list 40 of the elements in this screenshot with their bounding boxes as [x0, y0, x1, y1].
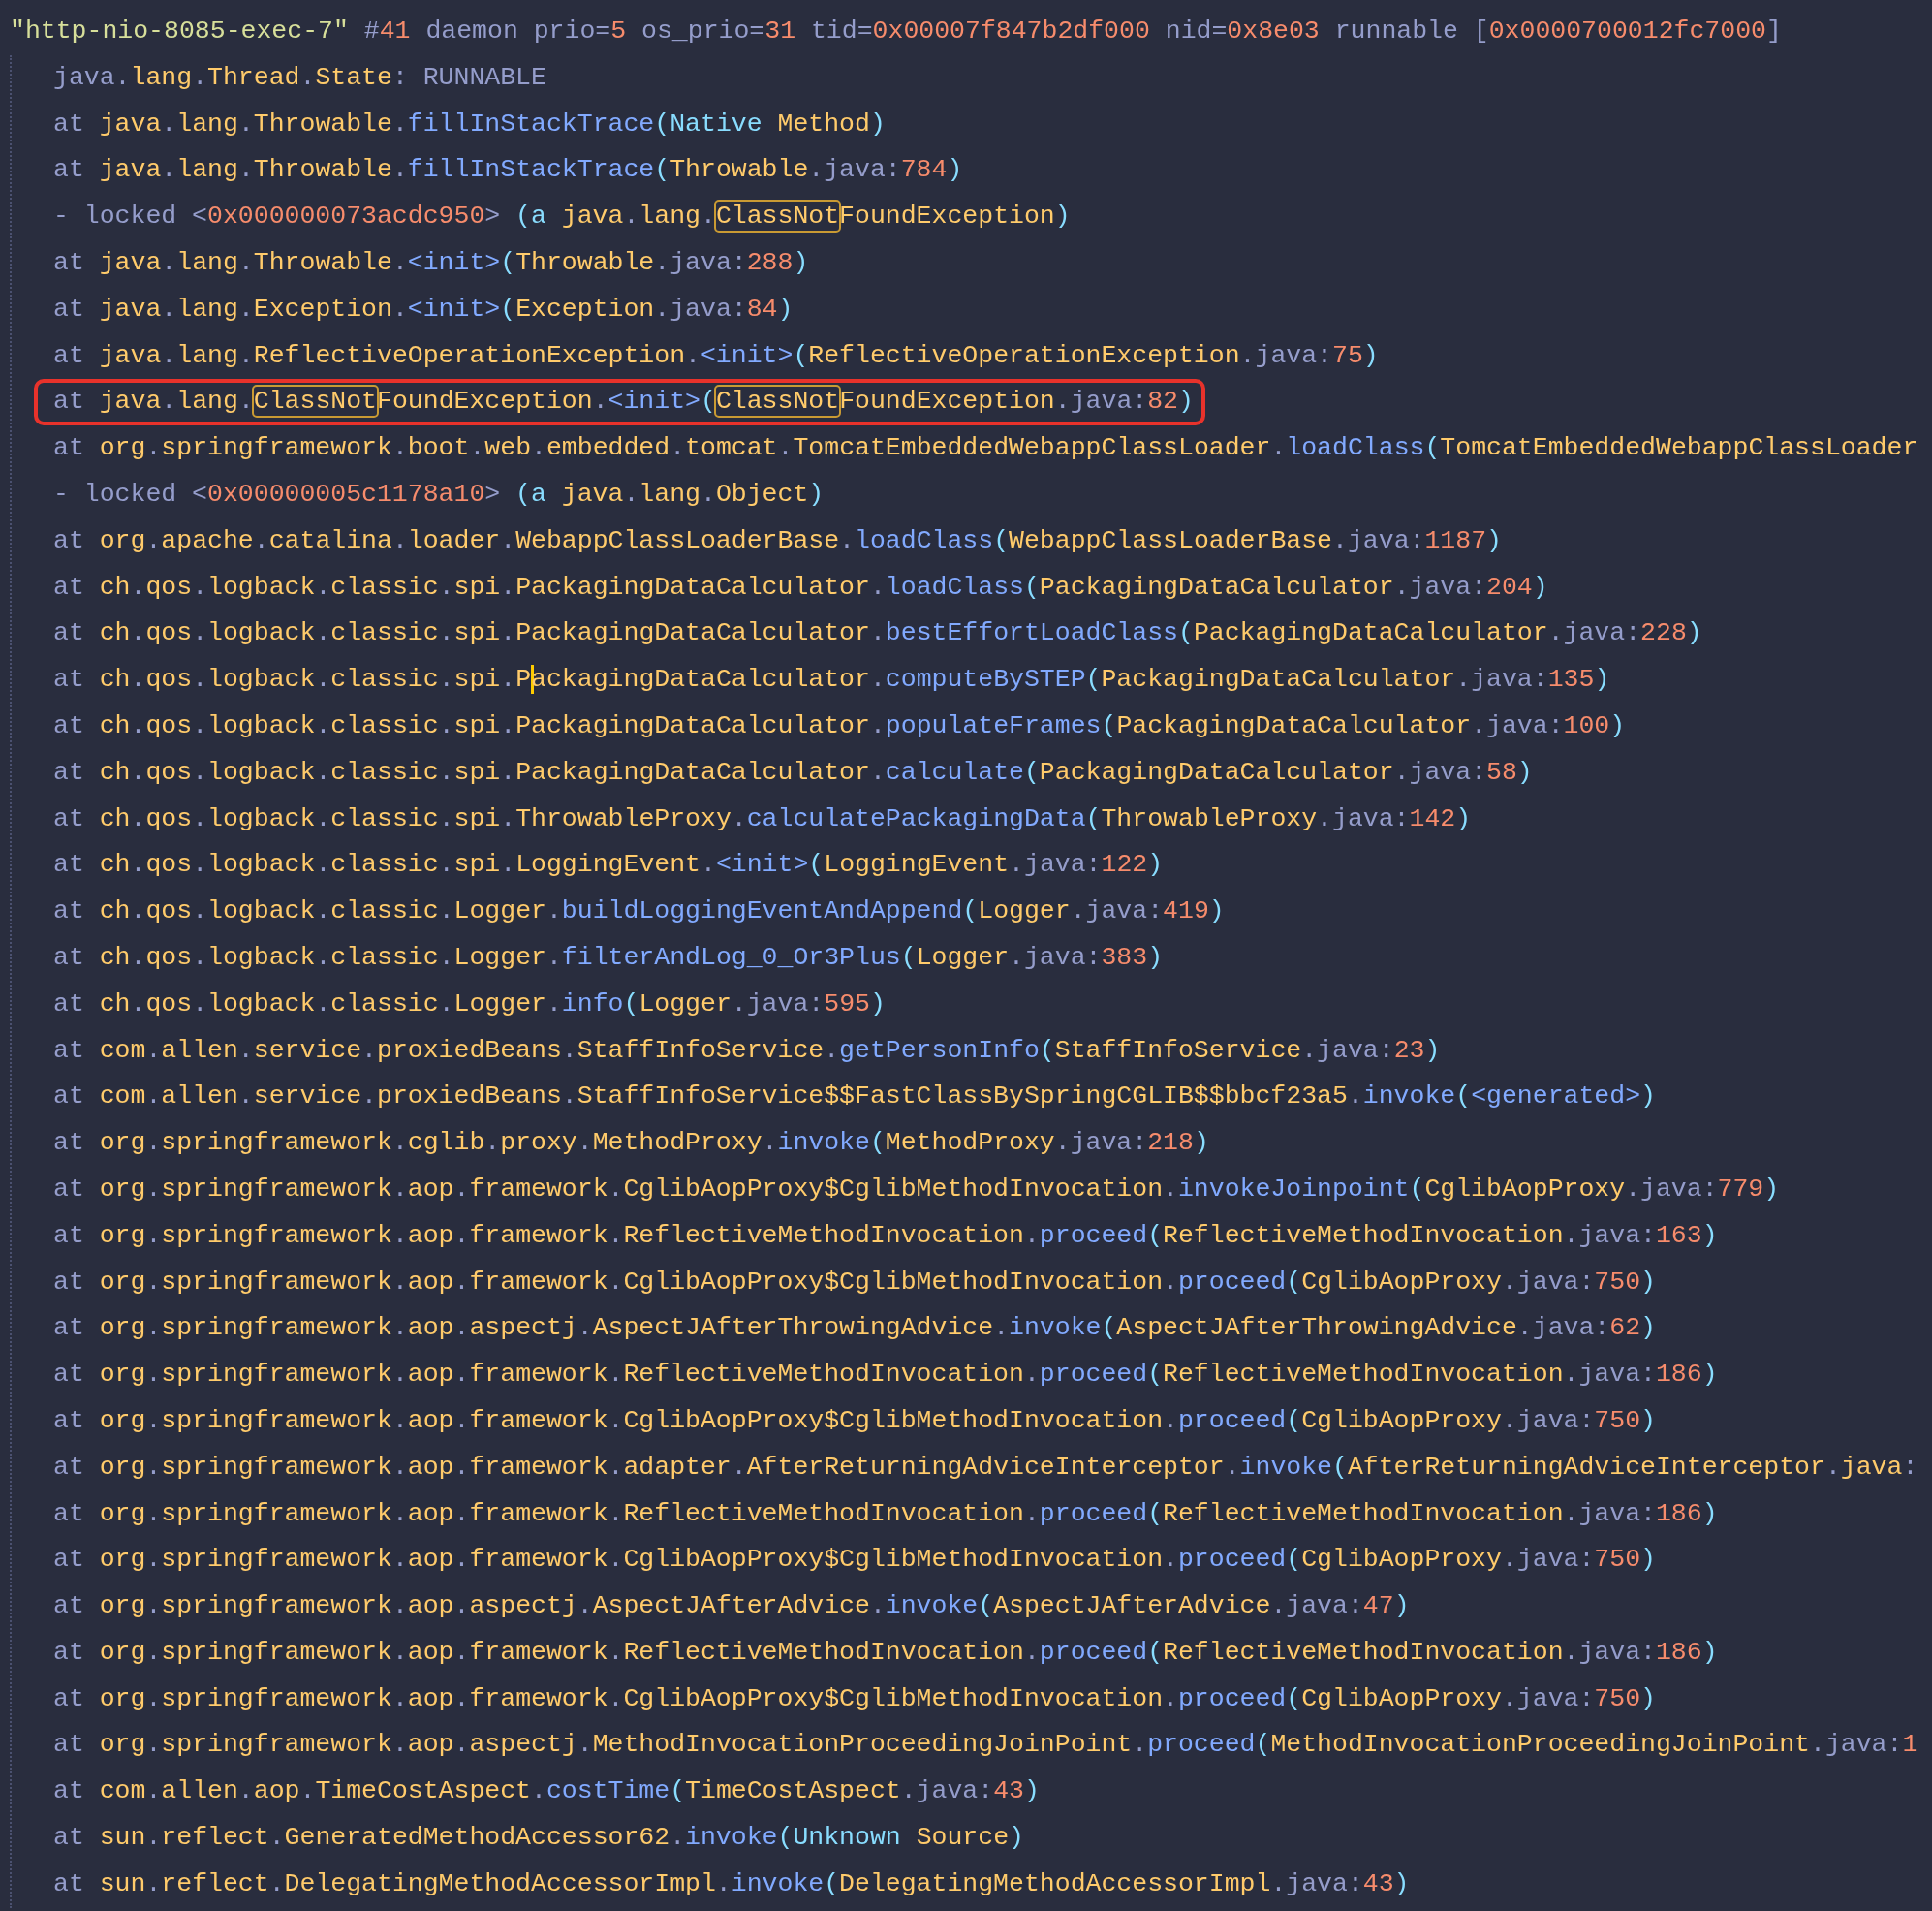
- stack-trace-line: at java.lang.Throwable.<init>(Throwable.java:288): [53, 247, 809, 279]
- stack-trace-line: java.lang.Thread.State: RUNNABLE: [53, 61, 546, 94]
- stack-trace-line: at java.lang.Exception.<init>(Exception.java:84): [53, 293, 794, 326]
- stack-trace-line: at org.springframework.aop.framework.ReflectiveMethodInvocation.proceed(ReflectiveMethodInvocation.java:163): [53, 1219, 1718, 1252]
- stack-trace-line: at java.lang.Throwable.fillInStackTrace(Native Method): [53, 108, 886, 141]
- stack-trace-line: at ch.qos.logback.classic.spi.PackagingDataCalculator.loadClass(PackagingDataCalculator.java:204): [53, 571, 1548, 604]
- stack-trace-line: at org.apache.catalina.loader.WebappClassLoaderBase.loadClass(WebappClassLoaderBase.java:1187): [53, 524, 1502, 557]
- stack-trace-line: at org.springframework.aop.framework.CglibAopProxy$CglibMethodInvocation.invokeJoinpoint(CglibAopProxy.java:779): [53, 1173, 1780, 1206]
- stack-trace-line: - locked <0x000000073acdc950> (a java.lang.ClassNotFoundException): [53, 201, 1071, 234]
- stack-trace-line: at com.allen.aop.TimeCostAspect.costTime(TimeCostAspect.java:43): [53, 1775, 1040, 1808]
- stack-trace-line: at ch.qos.logback.classic.Logger.buildLoggingEventAndAppend(Logger.java:419): [53, 895, 1225, 928]
- stack-trace-line: at java.lang.ReflectiveOperationException.<init>(ReflectiveOperationException.java:75): [53, 339, 1379, 372]
- stack-trace-line: at org.springframework.aop.framework.CglibAopProxy$CglibMethodInvocation.proceed(CglibAopProxy.java:750): [53, 1682, 1656, 1715]
- stack-trace-line: at org.springframework.aop.framework.CglibAopProxy$CglibMethodInvocation.proceed(CglibAopProxy.java:750): [53, 1404, 1656, 1437]
- stack-trace-line: at ch.qos.logback.classic.Logger.filterAndLog_0_Or3Plus(Logger.java:383): [53, 941, 1164, 974]
- stack-trace-line: at org.springframework.aop.aspectj.AspectJAfterAdvice.invoke(AspectJAfterAdvice.java:47): [53, 1590, 1410, 1623]
- stack-trace-line: at ch.qos.logback.classic.spi.PackagingDataCalculator.bestEffortLoadClass(PackagingDataCalculator.java:228): [53, 617, 1702, 650]
- stack-trace-line: at org.springframework.aop.aspectj.MethodInvocationProceedingJoinPoint.proceed(MethodInvocationProceedingJoinPoint.java:1: [53, 1729, 1918, 1762]
- stack-trace-line: at java.lang.Throwable.fillInStackTrace(Throwable.java:784): [53, 154, 963, 187]
- stack-trace-line: at org.springframework.aop.framework.ReflectiveMethodInvocation.proceed(ReflectiveMethodInvocation.java:186): [53, 1636, 1718, 1669]
- stack-trace-line: at ch.qos.logback.classic.spi.PackagingDataCalculator.populateFrames(PackagingDataCalculator.java:100): [53, 709, 1626, 742]
- stack-trace-line: at sun.reflect.DelegatingMethodAccessorImpl.invoke(DelegatingMethodAccessorImpl.java:43): [53, 1867, 1410, 1900]
- stack-trace-line: at com.allen.service.proxiedBeans.StaffInfoService.getPersonInfo(StaffInfoService.java:23): [53, 1034, 1441, 1067]
- stack-trace-line: at org.springframework.aop.framework.CglibAopProxy$CglibMethodInvocation.proceed(CglibAopProxy.java:750): [53, 1544, 1656, 1577]
- stack-trace-line: at org.springframework.aop.framework.ReflectiveMethodInvocation.proceed(ReflectiveMethodInvocation.java:186): [53, 1497, 1718, 1530]
- stack-trace-line: at com.allen.service.proxiedBeans.StaffInfoService$$FastClassBySpringCGLIB$$bbcf23a5.invoke(<generated>): [53, 1081, 1656, 1113]
- stack-trace-line: at ch.qos.logback.classic.spi.LoggingEvent.<init>(LoggingEvent.java:122): [53, 849, 1164, 882]
- stack-trace-line: at ch.qos.logback.classic.spi.PackagingDataCalculator.calculate(PackagingDataCalculator.java:58): [53, 756, 1533, 789]
- stack-trace-line: at org.springframework.aop.framework.ReflectiveMethodInvocation.proceed(ReflectiveMethodInvocation.java:186): [53, 1359, 1718, 1392]
- stack-trace-line: at org.springframework.aop.framework.CglibAopProxy$CglibMethodInvocation.proceed(CglibAopProxy.java:750): [53, 1266, 1656, 1299]
- stack-trace-line: at org.springframework.boot.web.embedded.tomcat.TomcatEmbeddedWebappClassLoader.loadClass(TomcatEmbeddedWebappClassLoader: [53, 432, 1918, 465]
- stack-trace-line: at org.springframework.aop.framework.adapter.AfterReturningAdviceInterceptor.invoke(AfterReturningAdviceInterceptor.java:: [53, 1451, 1918, 1484]
- stack-trace-line: at ch.qos.logback.classic.Logger.info(Logger.java:595): [53, 987, 886, 1020]
- stack-trace-line: at sun.reflect.GeneratedMethodAccessor62.invoke(Unknown Source): [53, 1822, 1024, 1855]
- thread-header-line: "http-nio-8085-exec-7" #41 daemon prio=5 os_prio=31 tid=0x00007f847b2df000 nid=0x8e03 runnable [0x0000700012fc7000]: [9, 16, 1782, 47]
- stack-trace-line: - locked <0x00000005c1178a10> (a java.lang.Object): [53, 478, 825, 511]
- stack-trace-line: at ch.qos.logback.classic.spi.ThrowableProxy.calculatePackagingData(ThrowableProxy.java:142): [53, 802, 1472, 835]
- stack-trace-line: at java.lang.ClassNotFoundException.<init>(ClassNotFoundException.java:82): [34, 379, 1205, 426]
- stack-trace-line: at org.springframework.cglib.proxy.MethodProxy.invoke(MethodProxy.java:218): [53, 1127, 1209, 1160]
- stack-trace-line: at org.springframework.aop.aspectj.AspectJAfterThrowingAdvice.invoke(AspectJAfterThrowingAdvice.java:62): [53, 1312, 1656, 1345]
